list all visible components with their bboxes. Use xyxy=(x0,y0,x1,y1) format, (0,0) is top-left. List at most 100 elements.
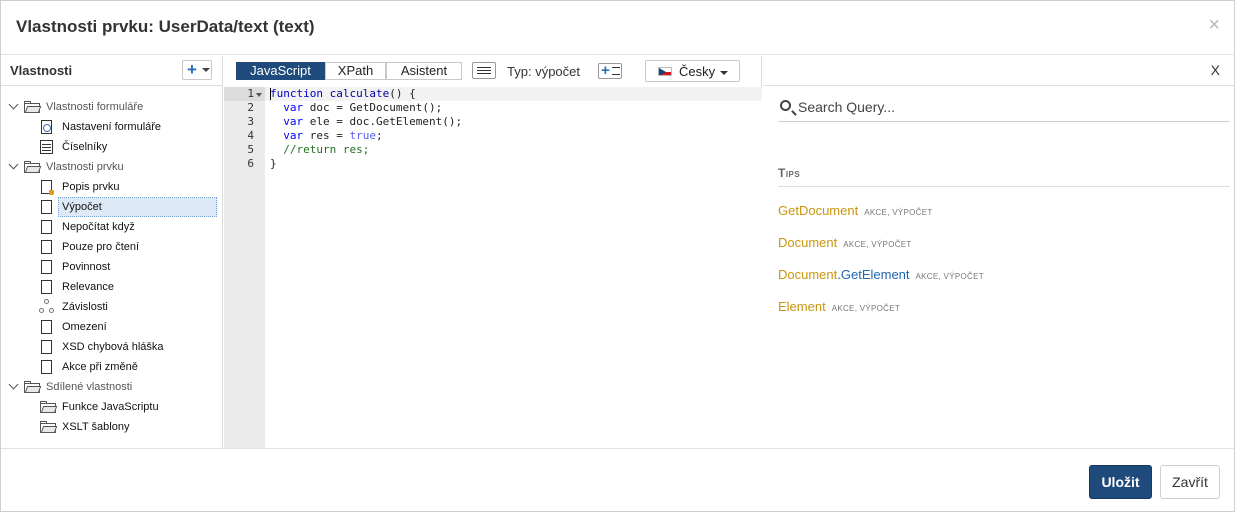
plus-icon: + xyxy=(187,60,197,79)
tree-group-label: Vlastnosti formuláře xyxy=(46,101,144,113)
tree-item-label: Popis prvku xyxy=(62,181,120,193)
tree-item-relevance[interactable]: Relevance xyxy=(1,277,222,297)
code-line[interactable]: var ele = doc.GetElement(); xyxy=(270,115,462,129)
chevron-down-icon[interactable] xyxy=(8,379,19,390)
tree-item-label: Výpočet xyxy=(62,201,102,213)
folder-open-icon xyxy=(24,381,42,393)
line-number: 5 xyxy=(247,143,254,156)
tree-item-label: Závislosti xyxy=(62,301,108,313)
tree-item-required[interactable]: Povinnost xyxy=(1,257,222,277)
settings-document-icon xyxy=(41,120,52,134)
code-area[interactable]: 1 2 3 4 5 6 function calculate() { var d… xyxy=(224,87,762,448)
tips-panel: X Tips GetDocument AKCE, VÝPOČET Document… xyxy=(763,56,1234,448)
tree-group-form-properties[interactable]: Vlastnosti formuláře xyxy=(1,97,222,117)
chevron-down-icon xyxy=(720,71,728,75)
tree-item-codelists[interactable]: Číselníky xyxy=(1,137,222,157)
tip-item[interactable]: Element AKCE, VÝPOČET xyxy=(778,299,900,314)
close-button[interactable]: Zavřít xyxy=(1160,465,1220,499)
line-number: 2 xyxy=(247,101,254,114)
properties-dialog: Vlastnosti prvku: UserData/text (text) ×… xyxy=(0,0,1235,512)
tree-item-dont-calculate-when[interactable]: Nepočítat když xyxy=(1,217,222,237)
tip-tag: AKCE, VÝPOČET xyxy=(915,272,984,281)
tree-group-label: Vlastnosti prvku xyxy=(46,161,124,173)
code-line[interactable]: //return res; xyxy=(270,143,369,157)
format-code-button[interactable] xyxy=(472,62,496,79)
tip-method-name[interactable]: GetElement xyxy=(841,267,910,282)
document-icon xyxy=(41,360,52,374)
tree-item-dependencies[interactable]: Závislosti xyxy=(1,297,222,317)
tips-panel-header: X xyxy=(763,56,1234,86)
tree-item-read-only[interactable]: Pouze pro čtení xyxy=(1,237,222,257)
tree-item-label: XSD chybová hláška xyxy=(62,341,164,353)
tab-assistant[interactable]: Asistent xyxy=(386,62,462,80)
code-line[interactable]: } xyxy=(270,157,277,171)
tab-javascript[interactable]: JavaScript xyxy=(236,62,325,80)
chevron-down-icon[interactable] xyxy=(8,159,19,170)
code-line[interactable]: var res = true; xyxy=(270,129,382,143)
tip-item[interactable]: Document AKCE, VÝPOČET xyxy=(778,235,912,250)
tree-item-xslt-templates[interactable]: XSLT šablony xyxy=(1,417,222,437)
tree-item-label: Pouze pro čtení xyxy=(62,241,140,253)
chevron-down-icon[interactable] xyxy=(8,99,19,110)
fold-arrow-icon[interactable] xyxy=(256,93,262,97)
tree-item-javascript-functions[interactable]: Funkce JavaScriptu xyxy=(1,397,222,417)
tip-name[interactable]: GetDocument xyxy=(778,203,858,218)
tip-tag: AKCE, VÝPOČET xyxy=(843,240,912,249)
dialog-footer: Uložit Zavřít xyxy=(1,448,1234,511)
tree-item-label: Akce při změně xyxy=(62,361,138,373)
tip-item[interactable]: GetDocument AKCE, VÝPOČET xyxy=(778,203,933,218)
tree-item-label: Funkce JavaScriptu xyxy=(62,401,159,413)
search-input[interactable] xyxy=(798,97,1218,117)
tree-item-constraints[interactable]: Omezení xyxy=(1,317,222,337)
line-number-gutter: 1 2 3 4 5 6 xyxy=(224,87,265,448)
type-label: Typ: xyxy=(507,64,532,79)
chevron-down-icon xyxy=(202,68,210,72)
tree-item-form-settings[interactable]: Nastavení formuláře xyxy=(1,117,222,137)
czech-flag-icon xyxy=(658,67,672,76)
code-line[interactable]: var doc = GetDocument(); xyxy=(270,101,442,115)
code-line[interactable]: function calculate() { xyxy=(265,87,762,101)
tip-name[interactable]: Element xyxy=(778,299,826,314)
properties-panel-header: Vlastnosti + xyxy=(1,56,222,86)
type-value: výpočet xyxy=(535,64,581,79)
line-number: 6 xyxy=(247,157,254,170)
tree-item-on-change-action[interactable]: Akce při změně xyxy=(1,357,222,377)
search-box xyxy=(778,95,1230,122)
dialog-title: Vlastnosti prvku: UserData/text (text) xyxy=(16,17,315,36)
tree-group-label: Sdílené vlastnosti xyxy=(46,381,133,393)
insert-snippet-button[interactable]: + xyxy=(598,62,622,79)
add-property-button[interactable]: + xyxy=(182,60,212,80)
tip-tag: AKCE, VÝPOČET xyxy=(864,208,933,217)
document-icon xyxy=(41,200,52,214)
save-button[interactable]: Uložit xyxy=(1089,465,1152,499)
tips-heading: Tips xyxy=(778,166,801,180)
tree-item-element-description[interactable]: Popis prvku xyxy=(1,177,222,197)
document-icon xyxy=(41,260,52,274)
close-tips-button[interactable]: X xyxy=(1211,62,1220,78)
tree-item-label: Nepočítat když xyxy=(62,221,135,233)
tree-item-calculation[interactable]: Výpočet xyxy=(58,197,217,217)
type-indicator: Typ: výpočet xyxy=(507,64,580,79)
tree-item-xsd-error-message[interactable]: XSD chybová hláška xyxy=(1,337,222,357)
tree-group-shared-properties[interactable]: Sdílené vlastnosti xyxy=(1,377,222,397)
tip-item[interactable]: Document.GetElement AKCE, VÝPOČET xyxy=(778,267,984,282)
language-dropdown[interactable]: Česky xyxy=(645,60,740,82)
tree-item-label: Povinnost xyxy=(62,261,111,273)
tree-group-element-properties[interactable]: Vlastnosti prvku xyxy=(1,157,222,177)
insert-icon xyxy=(612,67,620,75)
tree-item-label: Nastavení formuláře xyxy=(62,121,162,133)
tree-item-label: Relevance xyxy=(62,281,114,293)
close-icon[interactable]: × xyxy=(1208,15,1220,35)
tab-xpath[interactable]: XPath xyxy=(325,62,386,80)
folder-icon xyxy=(40,401,58,413)
tip-object-name[interactable]: Document xyxy=(778,267,837,282)
language-label: Česky xyxy=(679,64,716,79)
plus-icon: + xyxy=(601,62,610,79)
document-icon xyxy=(41,320,52,334)
tip-name[interactable]: Document xyxy=(778,235,837,250)
properties-panel-title: Vlastnosti xyxy=(10,63,73,78)
folder-open-icon xyxy=(24,161,42,173)
list-document-icon xyxy=(40,140,53,154)
divider xyxy=(778,186,1230,187)
line-number: 1 xyxy=(224,87,265,101)
